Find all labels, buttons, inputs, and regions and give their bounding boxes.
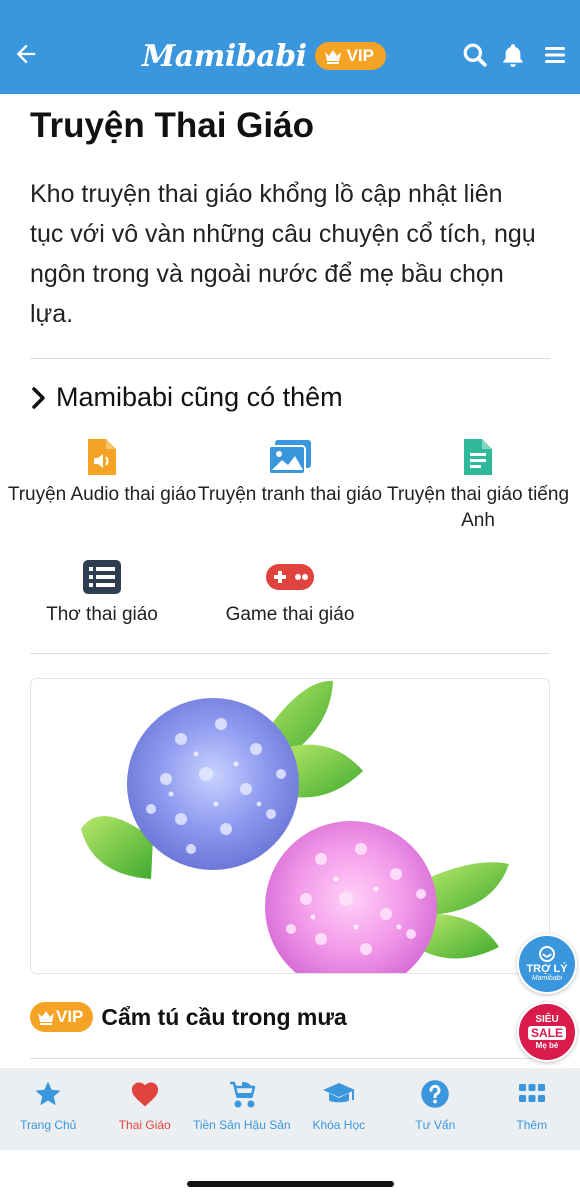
category-label: Truyện tranh thai giáo (197, 484, 383, 505)
divider (30, 653, 550, 654)
crown-icon (38, 1011, 54, 1025)
category-comic-stories[interactable]: Truyện tranh thai giáo (195, 436, 385, 508)
crown-icon (324, 50, 341, 64)
vip-label: VIP (56, 1007, 84, 1026)
category-games[interactable]: Game thai giáo (195, 556, 385, 628)
star-icon (33, 1078, 63, 1110)
safe-area (0, 1150, 580, 1200)
category-label: Game thai giáo (225, 604, 355, 625)
more-section-title: Mamibabi cũng có thêm (56, 382, 343, 412)
assistant-floating-button[interactable]: TRỢ LÝ Mamibabi (517, 934, 577, 994)
super-sale-floating-button[interactable]: SIÊU SALE Mẹ bé (517, 1002, 577, 1062)
nav-item-prenatal-education[interactable]: Thai Giáo (96, 1068, 192, 1150)
audio-file-icon (7, 436, 197, 478)
gamepad-icon (195, 556, 385, 598)
nav-label: Tiền Sản Hậu Sản (192, 1118, 291, 1132)
nav-label: Khóa Học (312, 1118, 366, 1132)
nav-item-courses[interactable]: Khóa Học (291, 1068, 387, 1150)
divider (30, 358, 550, 359)
arrow-left-icon (16, 44, 36, 64)
sale-label-bottom: Mẹ bé (535, 1041, 559, 1050)
search-icon (463, 43, 487, 67)
assistant-label: TRỢ LÝ (526, 963, 568, 975)
bottom-navigation: Trang Chủ Thai Giáo Tiền Sản Hậu Sản Khó… (0, 1068, 580, 1150)
brand-logo[interactable]: Mamibabi VIP (142, 38, 386, 74)
category-label: Truyện thai giáo tiếng Anh (386, 484, 570, 531)
nav-label: Thêm (516, 1118, 548, 1132)
hamburger-menu-icon (545, 47, 565, 63)
brand-name: Mamibabi (142, 38, 307, 74)
bell-icon (503, 44, 523, 67)
stroller-icon (226, 1078, 258, 1110)
graduation-cap-icon (321, 1078, 357, 1110)
sale-label-main: SALE (527, 1026, 566, 1040)
list-icon (7, 556, 197, 598)
more-section-header[interactable]: Mamibabi cũng có thêm (30, 382, 343, 413)
assistant-icon (539, 946, 555, 962)
vip-badge[interactable]: VIP (314, 42, 386, 70)
sale-label-top: SIÊU (535, 1014, 559, 1025)
category-poems[interactable]: Thơ thai giáo (7, 556, 197, 628)
category-label: Thơ thai giáo (46, 604, 158, 625)
app-header: Mamibabi VIP (0, 0, 580, 94)
divider (30, 1058, 550, 1059)
nav-item-consulting[interactable]: Tư Vấn (387, 1068, 483, 1150)
category-label: Truyện Audio thai giáo (7, 484, 197, 505)
page-title: Truyện Thai Giáo (30, 106, 314, 145)
notification-button[interactable] (498, 40, 528, 70)
nav-item-more[interactable]: Thêm (484, 1068, 580, 1150)
vip-label: VIP (346, 46, 374, 65)
nav-item-home[interactable]: Trang Chủ (0, 1068, 96, 1150)
story-title: Cẩm tú cầu trong mưa (101, 1003, 347, 1030)
nav-item-pre-postnatal[interactable]: Tiền Sản Hậu Sản (193, 1068, 291, 1150)
page-description: Kho truyện thai giáo khổng lồ cập nhật l… (30, 180, 536, 328)
grid-icon (518, 1078, 546, 1110)
help-circle-icon (420, 1078, 450, 1110)
story-thumbnail[interactable] (30, 678, 550, 974)
assistant-sublabel: Mamibabi (531, 975, 563, 982)
image-gallery-icon (195, 436, 385, 478)
search-button[interactable] (460, 40, 490, 70)
nav-label: Tư Vấn (415, 1118, 456, 1132)
home-indicator[interactable] (187, 1181, 394, 1187)
chevron-right-icon (30, 386, 48, 410)
back-button[interactable] (10, 38, 42, 70)
nav-label: Trang Chủ (20, 1118, 77, 1132)
heart-icon (130, 1078, 160, 1110)
category-english-stories[interactable]: Truyện thai giáo tiếng Anh (383, 436, 573, 534)
document-icon (383, 436, 573, 478)
category-audio-stories[interactable]: Truyện Audio thai giáo (7, 436, 197, 508)
nav-label: Thai Giáo (118, 1118, 171, 1132)
story-vip-badge: VIP (30, 1002, 94, 1032)
menu-button[interactable] (540, 40, 570, 70)
story-title-row[interactable]: VIP Cẩm tú cầu trong mưa (30, 1002, 347, 1032)
hydrangea-illustration (81, 680, 509, 973)
